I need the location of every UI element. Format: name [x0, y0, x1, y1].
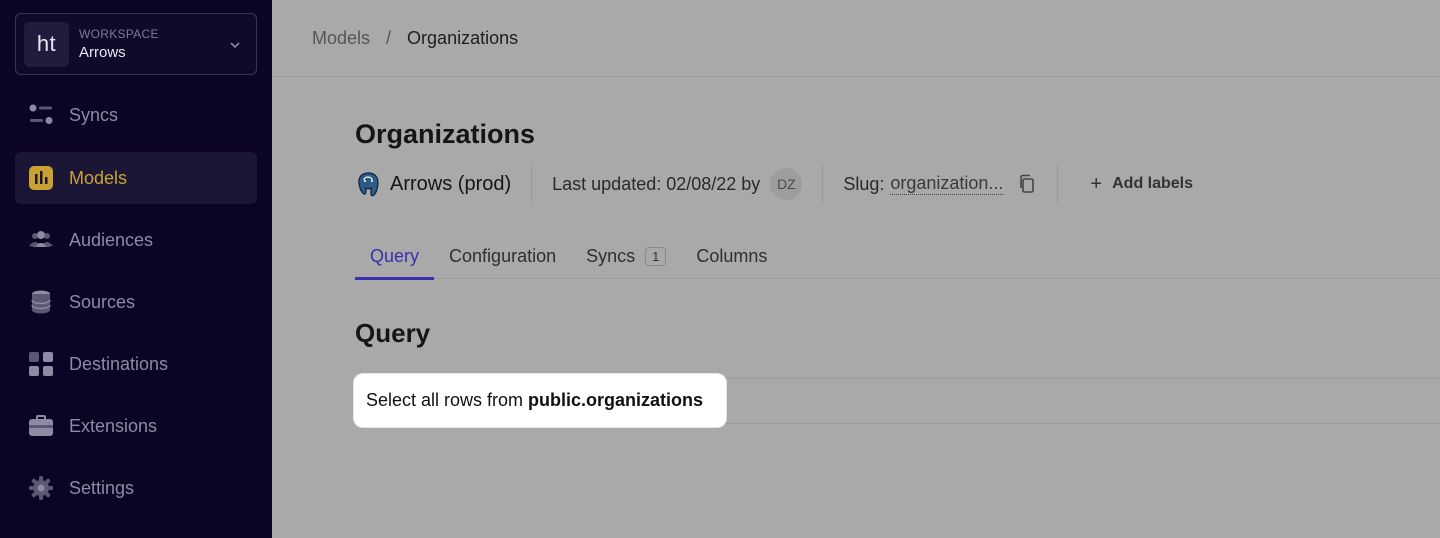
sidebar-item-label: Sources [69, 291, 136, 312]
sidebar-item-settings[interactable]: Settings [15, 462, 257, 514]
sidebar-item-label: Settings [69, 477, 135, 498]
tab-label: Query [370, 245, 420, 266]
gear-icon [28, 475, 54, 501]
sidebar-item-label: Destinations [69, 353, 169, 374]
workspace-switcher[interactable]: ht WORKSPACE Arrows [15, 13, 257, 75]
breadcrumb: Models / Organizations [272, 0, 1440, 77]
sidebar-item-label: Models [69, 167, 128, 188]
grid-icon [28, 351, 54, 377]
breadcrumb-separator: / [386, 27, 392, 48]
tab-syncs[interactable]: Syncs 1 [571, 233, 681, 279]
tab-label: Syncs [586, 245, 636, 266]
source-name: Arrows (prod) [390, 172, 512, 195]
slug-label: Slug: [843, 173, 885, 194]
syncs-icon [28, 102, 54, 128]
sidebar-item-audiences[interactable]: Audiences [15, 214, 257, 266]
breadcrumb-current: Organizations [407, 27, 519, 48]
sidebar-item-syncs[interactable]: Syncs [15, 89, 257, 141]
postgres-icon [358, 171, 379, 196]
query-description: Select all rows from public.organization… [354, 374, 726, 427]
section-title: Query [355, 318, 431, 348]
sidebar: ht WORKSPACE Arrows Syncs Models Audienc… [0, 0, 272, 538]
query-prefix: Select all rows from [366, 390, 524, 410]
sidebar-item-models[interactable]: Models [15, 152, 257, 204]
audiences-icon [28, 227, 54, 253]
copy-icon[interactable] [1017, 174, 1037, 194]
sidebar-item-extensions[interactable]: Extensions [15, 400, 257, 452]
query-table-name: public.organizations [528, 390, 704, 410]
sidebar-item-label: Audiences [69, 229, 154, 250]
source-link[interactable]: Arrows (prod) [355, 171, 531, 198]
add-labels-label: Add labels [1112, 175, 1194, 192]
tab-query[interactable]: Query [355, 233, 435, 280]
sidebar-item-sources[interactable]: Sources [15, 276, 257, 328]
sidebar-item-destinations[interactable]: Destinations [15, 338, 257, 390]
last-updated: Last updated: 02/08/22 by DZ [532, 168, 822, 200]
avatar: DZ [770, 168, 803, 200]
models-icon [28, 165, 54, 191]
database-icon [28, 289, 54, 315]
tab-configuration[interactable]: Configuration [434, 233, 571, 279]
plus-icon: + [1090, 172, 1103, 195]
tab-bar: Query Configuration Syncs 1 Columns [355, 233, 1440, 280]
breadcrumb-link-models[interactable]: Models [312, 28, 370, 49]
workspace-logo: ht [24, 21, 69, 67]
workspace-caption: WORKSPACE [79, 27, 159, 41]
briefcase-icon [28, 413, 54, 439]
chevron-down-icon [230, 42, 240, 49]
tab-columns[interactable]: Columns [681, 233, 782, 279]
sidebar-item-label: Extensions [69, 415, 158, 436]
tab-label: Configuration [449, 245, 557, 266]
last-updated-text: Last updated: 02/08/22 by [552, 173, 761, 194]
sidebar-item-label: Syncs [69, 104, 119, 125]
slug-value[interactable]: organization... [890, 173, 1004, 195]
tab-label: Columns [696, 245, 768, 266]
slug: Slug: organization... [823, 173, 1057, 195]
model-meta-row: Arrows (prod) Last updated: 02/08/22 by … [355, 163, 1193, 205]
count-badge: 1 [645, 246, 667, 266]
page-title: Organizations [355, 119, 536, 149]
add-labels-button[interactable]: + Add labels [1058, 173, 1193, 196]
workspace-name: Arrows [79, 44, 126, 61]
